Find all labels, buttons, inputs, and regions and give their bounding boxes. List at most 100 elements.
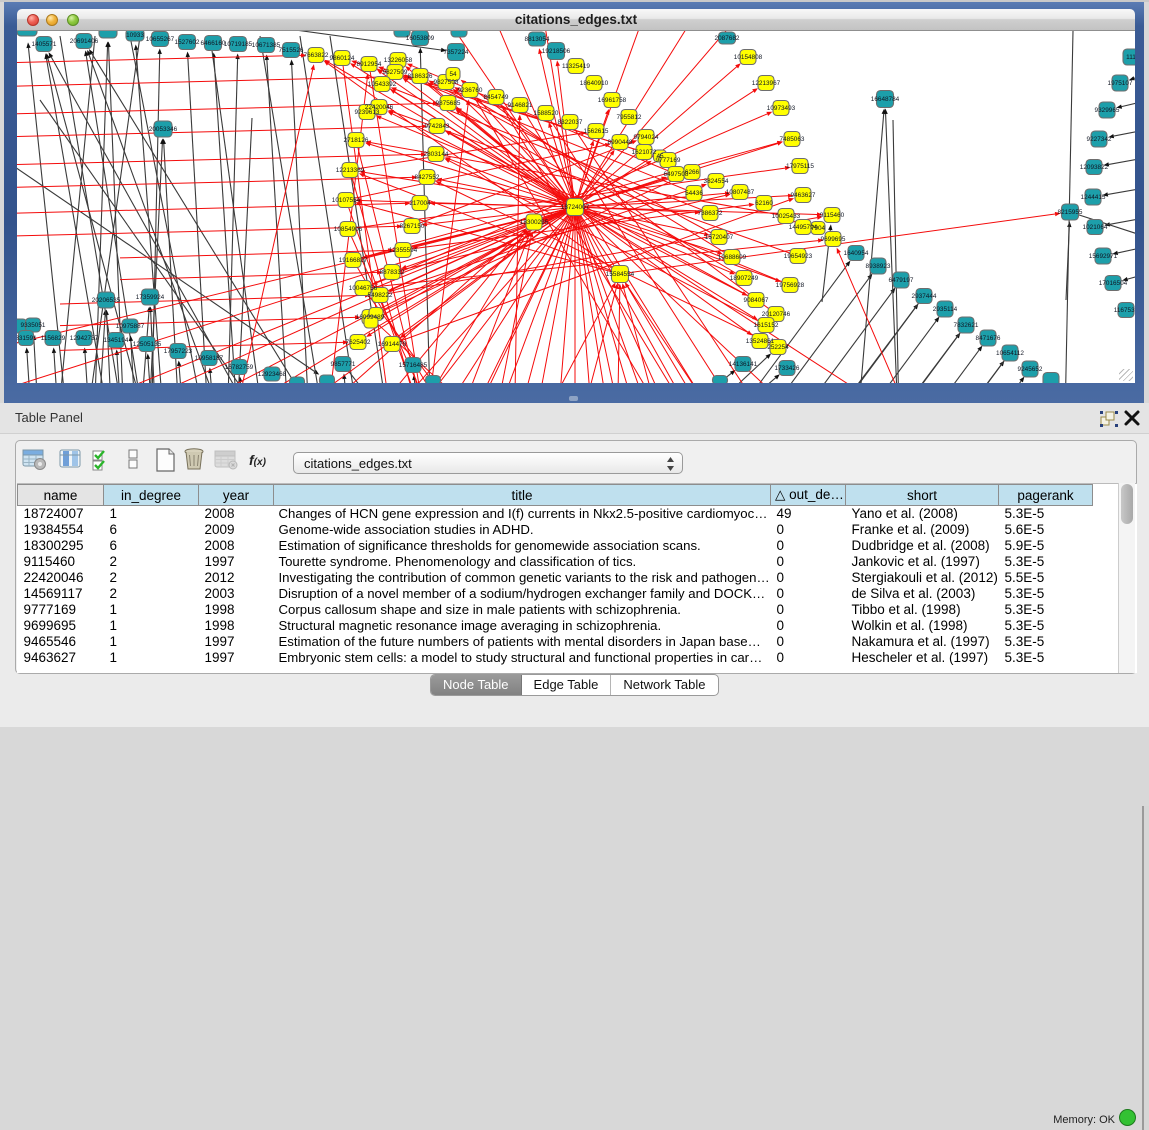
svg-text:8215955: 8215955	[1058, 209, 1083, 216]
svg-text:2935114: 2935114	[933, 306, 958, 313]
svg-text:14136141: 14136141	[729, 361, 758, 368]
svg-text:5498222: 5498222	[368, 292, 393, 299]
svg-text:2087682: 2087682	[715, 35, 740, 42]
svg-text:10807487: 10807487	[726, 189, 755, 196]
svg-text:19654923: 19654923	[784, 253, 813, 260]
svg-text:17957223: 17957223	[164, 348, 193, 355]
svg-text:2937444: 2937444	[912, 293, 937, 300]
svg-text:18907249: 18907249	[730, 275, 759, 282]
svg-text:10854906: 10854906	[334, 226, 363, 233]
svg-text:54: 54	[449, 71, 457, 78]
svg-text:10025433: 10025433	[772, 213, 801, 220]
svg-text:8471676: 8471676	[976, 335, 1001, 342]
svg-text:16053809: 16053809	[406, 35, 435, 42]
svg-text:10543392: 10543392	[368, 81, 397, 88]
svg-text:7625402: 7625402	[346, 339, 371, 346]
svg-text:10719185: 10719185	[224, 41, 253, 48]
svg-text:252254: 252254	[767, 344, 789, 351]
svg-text:17975115: 17975115	[786, 163, 814, 170]
svg-text:16648784: 16648784	[871, 96, 900, 103]
svg-text:12942737: 12942737	[70, 335, 99, 342]
svg-text:10046756: 10046756	[349, 285, 378, 292]
svg-text:20120746: 20120746	[762, 311, 791, 318]
svg-text:1733426: 1733426	[775, 365, 800, 372]
svg-text:6466160: 6466160	[201, 40, 226, 47]
svg-text:1562615: 1562615	[584, 128, 609, 135]
svg-text:12355594: 12355594	[389, 247, 418, 254]
svg-text:331591: 331591	[17, 335, 37, 342]
svg-text:9329965: 9329965	[1095, 107, 1120, 114]
svg-text:15720407: 15720407	[705, 234, 734, 241]
svg-text:1588520: 1588520	[534, 110, 559, 117]
svg-text:12093822: 12093822	[1080, 164, 1109, 171]
svg-text:7515526: 7515526	[279, 47, 304, 54]
svg-text:9699695: 9699695	[821, 236, 846, 243]
svg-text:9827509: 9827509	[383, 69, 408, 76]
svg-text:9227342: 9227342	[1087, 136, 1112, 143]
svg-text:6479197: 6479197	[889, 277, 914, 284]
svg-text:7386372: 7386372	[698, 210, 723, 217]
svg-text:10655267: 10655267	[146, 36, 175, 43]
svg-text:7485063: 7485063	[780, 136, 805, 143]
svg-text:16914479: 16914479	[378, 341, 407, 348]
svg-text:20053346: 20053346	[149, 126, 178, 133]
svg-text:2718126: 2718126	[344, 137, 369, 144]
svg-text:2803144: 2803144	[424, 151, 449, 158]
svg-text:19218506: 19218506	[542, 48, 571, 55]
svg-text:1621072: 1621072	[632, 149, 657, 156]
svg-text:1244415: 1244415	[1081, 194, 1106, 201]
svg-text:8427552: 8427552	[415, 174, 440, 181]
svg-text:12213369: 12213369	[336, 167, 365, 174]
svg-text:8938923: 8938923	[866, 263, 891, 270]
svg-text:1975107: 1975107	[1108, 80, 1133, 87]
svg-text:7832621: 7832621	[954, 322, 979, 329]
svg-text:1345194: 1345194	[104, 337, 129, 344]
svg-text:17016504: 17016504	[1099, 280, 1128, 287]
svg-text:1527602: 1527602	[175, 39, 200, 46]
svg-text:9084067: 9084067	[744, 297, 769, 304]
svg-text:3824554: 3824554	[704, 178, 729, 185]
svg-text:9115460: 9115460	[820, 212, 845, 219]
svg-text:9463627: 9463627	[791, 192, 816, 199]
svg-text:7357224: 7357224	[444, 49, 469, 56]
svg-text:10958187: 10958187	[195, 355, 224, 362]
svg-text:10688609: 10688609	[718, 254, 747, 261]
svg-text:1167533: 1167533	[1114, 307, 1135, 314]
svg-text:15584554: 15584554	[606, 271, 635, 278]
svg-text:1405571: 1405571	[32, 41, 57, 48]
svg-text:16961758: 16961758	[598, 97, 627, 104]
svg-text:18300295: 18300295	[520, 219, 549, 226]
svg-text:9245652: 9245652	[1018, 366, 1043, 373]
svg-text:19756928: 19756928	[776, 282, 805, 289]
svg-text:8454749: 8454749	[484, 94, 509, 101]
svg-text:9146821: 9146821	[508, 102, 533, 109]
svg-text:1615152: 1615152	[754, 322, 779, 329]
svg-text:16099489: 16099489	[356, 314, 385, 321]
svg-text:16782759: 16782759	[225, 364, 254, 371]
svg-text:9857771: 9857771	[331, 361, 356, 368]
svg-text:10671385: 10671385	[252, 42, 281, 49]
svg-text:8267150: 8267150	[400, 223, 425, 230]
svg-text:12505135: 12505135	[133, 341, 162, 348]
svg-text:8186326: 8186326	[408, 73, 433, 80]
svg-text:15692971: 15692971	[1089, 253, 1118, 260]
svg-text:6266: 6266	[685, 169, 700, 176]
svg-text:9827508: 9827508	[434, 79, 459, 86]
svg-text:9777169: 9777169	[656, 157, 681, 164]
svg-text:10933: 10933	[126, 32, 144, 39]
svg-text:8322037: 8322037	[558, 119, 583, 126]
svg-text:217004: 217004	[409, 200, 431, 207]
svg-text:8912954: 8912954	[357, 61, 382, 68]
svg-text:13226058: 13226058	[384, 57, 413, 64]
svg-text:9794024: 9794024	[634, 134, 659, 141]
svg-text:62160: 62160	[755, 200, 773, 207]
svg-text:7955812: 7955812	[617, 114, 642, 121]
svg-text:9875685: 9875685	[436, 100, 461, 107]
svg-text:18724007: 18724007	[561, 204, 590, 211]
svg-text:1021064: 1021064	[1083, 224, 1108, 231]
svg-text:10975887: 10975887	[116, 323, 145, 330]
svg-text:9236760: 9236760	[458, 87, 483, 94]
svg-text:9860124: 9860124	[330, 55, 355, 62]
svg-text:111: 111	[1126, 54, 1135, 61]
svg-text:10154808: 10154808	[734, 54, 763, 61]
